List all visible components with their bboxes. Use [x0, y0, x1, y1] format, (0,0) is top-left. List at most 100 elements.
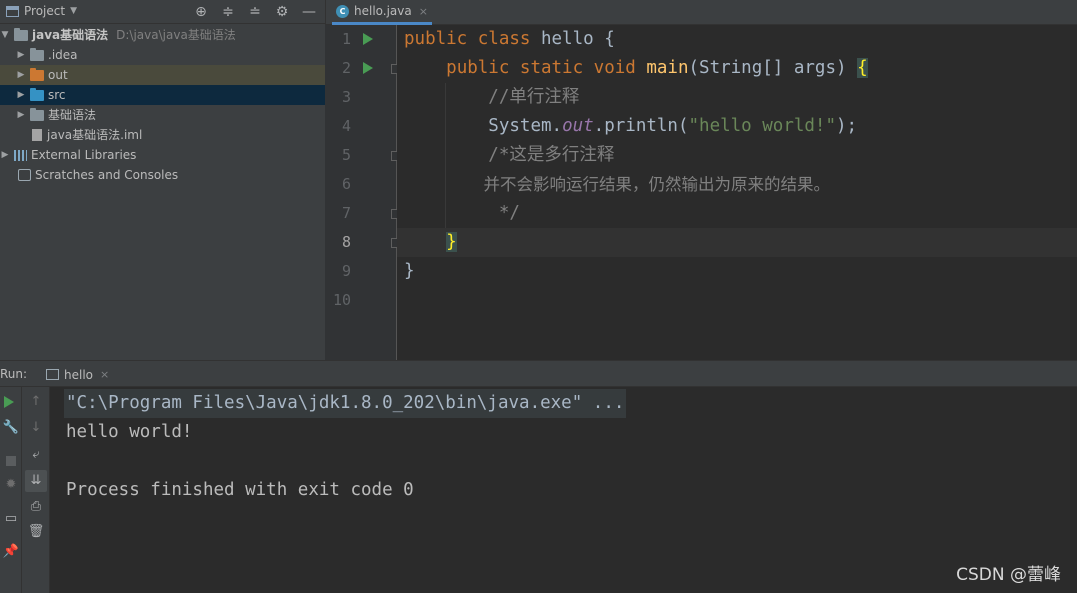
tree-item-label: External Libraries: [31, 148, 137, 162]
print-icon[interactable]: ⎙: [22, 499, 50, 514]
line-number: 2: [341, 59, 351, 77]
library-icon: [14, 149, 27, 161]
tree-item-src[interactable]: ▶ src: [0, 85, 325, 105]
code-class-ref: System.: [488, 116, 563, 136]
tab-hello-java[interactable]: C hello.java ×: [332, 0, 432, 25]
current-line-highlight: [397, 228, 1077, 257]
scroll-to-end-icon[interactable]: ⇊: [22, 473, 50, 488]
tree-item-module-root[interactable]: ▼ java基础语法 D:\java\java基础语法: [0, 25, 325, 45]
code-comment: 并不会影响运行结果，仍然输出为原来的结果。: [483, 175, 830, 194]
tree-item-label: .idea: [48, 48, 78, 62]
tree-item-label: java基础语法.iml: [47, 128, 143, 142]
code-line-5: /*这是多行注释: [404, 141, 614, 170]
tree-item-external-libraries[interactable]: ▶ External Libraries: [0, 145, 325, 165]
rerun-icon[interactable]: [4, 396, 14, 408]
run-panel-label: Run:: [0, 367, 28, 381]
console-icon: [46, 369, 59, 380]
console-command-line[interactable]: "C:\Program Files\Java\jdk1.8.0_202\bin\…: [64, 389, 627, 418]
close-icon[interactable]: ×: [100, 368, 109, 381]
arrow-down-icon[interactable]: ↓: [22, 420, 50, 435]
code-comment: /*这是多行注释: [488, 145, 615, 165]
run-tab-hello[interactable]: hello ×: [42, 361, 113, 388]
console-output[interactable]: "C:\Program Files\Java\jdk1.8.0_202\bin\…: [50, 387, 1077, 593]
arrow-up-icon[interactable]: ↑: [22, 394, 50, 409]
run-panel-header: Run: hello ×: [0, 360, 1077, 387]
line-number: 4: [341, 117, 351, 135]
gear-icon[interactable]: ⚙: [274, 3, 290, 21]
code-brace-matched: {: [857, 58, 868, 78]
tree-item-label: java基础语法: [32, 28, 109, 42]
trash-icon[interactable]: 🗑: [22, 524, 50, 539]
tree-item-iml-file[interactable]: java基础语法.iml: [0, 125, 325, 145]
soft-wrap-icon[interactable]: ⤶: [22, 447, 50, 462]
code-line-7: */: [404, 199, 520, 228]
project-panel: Project ▼ ⊕ ≑ ≐ ⚙ — ▼ java基础语法 D:\java\j…: [0, 0, 325, 360]
editor-gutter[interactable]: 1 2 3 4 5 6 7 8 9 10: [325, 25, 401, 360]
project-panel-header: Project ▼ ⊕ ≑ ≐ ⚙ —: [0, 0, 325, 24]
tree-item-basics[interactable]: ▶ 基础语法: [0, 105, 325, 125]
tree-item-out[interactable]: ▶ out: [0, 65, 325, 85]
code-line-4: System.out.println("hello world!");: [404, 112, 857, 141]
tree-item-idea[interactable]: ▶ .idea: [0, 45, 325, 65]
tree-item-scratches[interactable]: Scratches and Consoles: [0, 165, 325, 185]
crosshair-icon[interactable]: ⊕: [193, 3, 209, 21]
code-keyword: public static void: [446, 58, 647, 78]
chevron-right-icon[interactable]: ▶: [16, 45, 26, 65]
tree-item-label: src: [48, 88, 66, 102]
line-number: 1: [341, 30, 351, 48]
code-brace: }: [404, 261, 415, 281]
code-method-call: .println(: [593, 116, 689, 136]
code-line-2: public static void main(String[] args) {: [404, 54, 868, 83]
hide-icon[interactable]: —: [301, 3, 317, 21]
console-exit-line: Process finished with exit code 0: [66, 480, 414, 500]
console-output-line: hello world!: [66, 422, 193, 442]
line-number: 10: [332, 291, 351, 309]
chevron-right-icon[interactable]: ▶: [16, 85, 26, 105]
code-keyword: public class: [404, 29, 541, 49]
chevron-right-icon[interactable]: ▶: [16, 65, 26, 85]
tab-label: hello.java: [354, 4, 412, 18]
debug-icon[interactable]: ✹: [0, 477, 22, 492]
chevron-down-icon[interactable]: ▼: [0, 25, 10, 45]
watermark: CSDN @蕾峰: [956, 565, 1061, 585]
code-line-6: 并不会影响运行结果，仍然输出为原来的结果。: [404, 170, 830, 199]
layout-icon[interactable]: ▭: [0, 511, 22, 526]
project-view-selector[interactable]: Project ▼: [6, 4, 77, 18]
project-panel-title: Project: [24, 4, 66, 18]
line-number: 6: [341, 175, 351, 193]
code-static-field: out: [562, 116, 594, 136]
tree-item-label: out: [48, 68, 68, 82]
run-class-icon[interactable]: [363, 33, 373, 45]
code-line-8: }: [404, 228, 457, 257]
code-line-9: }: [404, 257, 415, 286]
java-class-icon: C: [336, 4, 349, 18]
expand-all-icon[interactable]: ≑: [220, 3, 236, 21]
code-params: (String[] args): [688, 58, 858, 78]
editor-tab-bar: C hello.java ×: [325, 0, 1077, 25]
run-main-icon[interactable]: [363, 62, 373, 74]
tree-item-path: D:\java\java基础语法: [116, 28, 236, 42]
file-icon: [32, 129, 42, 141]
run-toolbar-secondary: ↑ ↓ ⤶ ⇊ ⎙ 🗑: [22, 387, 50, 593]
stop-icon[interactable]: [6, 456, 16, 466]
code-method-name: main: [646, 58, 689, 78]
excluded-folder-icon: [30, 67, 44, 81]
scratch-icon: [18, 169, 31, 181]
pin-icon[interactable]: 📌: [0, 544, 22, 559]
collapse-all-icon[interactable]: ≐: [247, 3, 263, 21]
run-toolbar-primary: 🔧 ✹ ▭ 📌: [0, 387, 22, 593]
chevron-right-icon[interactable]: ▶: [16, 105, 26, 125]
folder-icon: [30, 47, 44, 61]
module-folder-icon: [14, 27, 28, 41]
code-line-3: //单行注释: [404, 83, 579, 112]
line-number: 7: [341, 204, 351, 222]
run-tab-label: hello: [64, 367, 93, 382]
close-icon[interactable]: ×: [419, 5, 428, 18]
wrench-icon[interactable]: 🔧: [0, 420, 22, 435]
code-comment: //单行注释: [488, 87, 580, 107]
code-class-name: hello: [540, 29, 605, 49]
chevron-right-icon[interactable]: ▶: [0, 145, 10, 165]
code-comment: */: [488, 203, 520, 223]
line-number: 5: [341, 146, 351, 164]
code-editor[interactable]: public class hello { public static void …: [397, 25, 1077, 360]
